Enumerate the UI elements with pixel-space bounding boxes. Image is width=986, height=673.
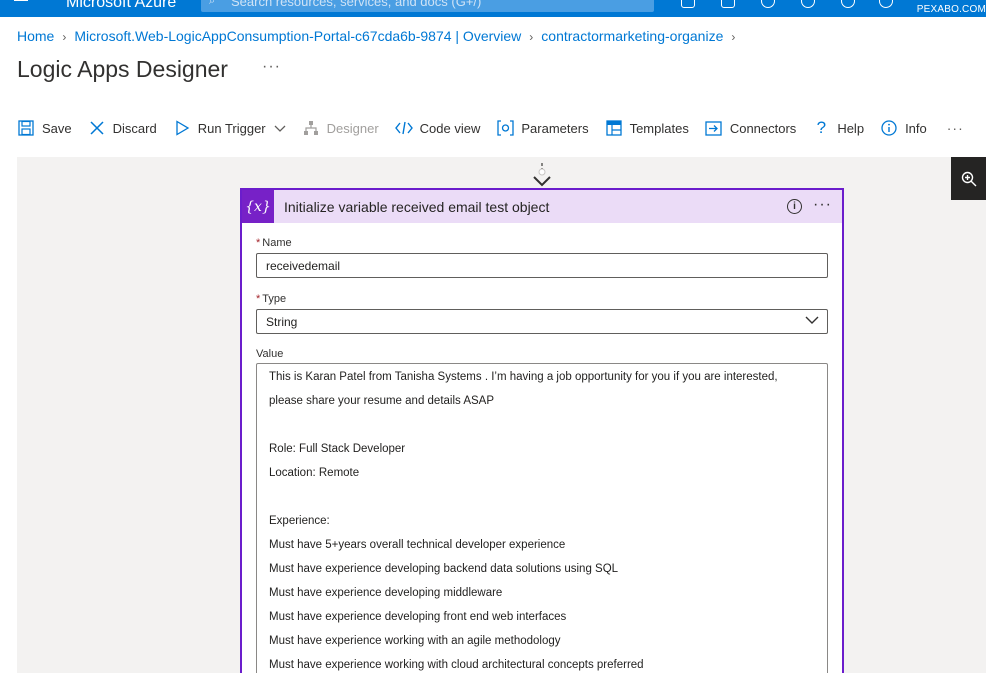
info-icon[interactable]: i: [787, 199, 802, 214]
title-more-icon[interactable]: ···: [262, 58, 281, 76]
designer-canvas[interactable]: {x} Initialize variable received email t…: [17, 157, 986, 673]
parameters-button[interactable]: Parameters: [496, 119, 589, 137]
code-view-label: Code view: [419, 120, 481, 136]
value-line: Must have 5+years overall technical deve…: [269, 539, 566, 551]
value-line: Must have experience developing middlewa…: [269, 587, 503, 599]
value-textarea[interactable]: This is Karan Patel from Tanisha Systems…: [256, 363, 828, 673]
chevron-right-icon: ›: [62, 30, 67, 44]
value-field-label: Value: [256, 348, 284, 360]
value-line: Must have experience working with cloud …: [269, 659, 644, 671]
designer-label: Designer: [326, 120, 379, 136]
search-placeholder: Search resources, services, and docs (G+…: [231, 0, 482, 9]
code-view-button[interactable]: Code view: [394, 119, 481, 137]
notifications-icon[interactable]: [761, 0, 775, 8]
type-select[interactable]: String: [256, 309, 828, 334]
save-label: Save: [42, 120, 72, 136]
value-line: This is Karan Patel from Tanisha Systems…: [269, 371, 778, 383]
chevron-down-icon: [805, 314, 819, 328]
action-card-title[interactable]: Initialize variable received email test …: [284, 199, 549, 215]
templates-icon: [605, 119, 623, 137]
cloud-shell-icon[interactable]: [681, 0, 695, 8]
chevron-right-icon: ›: [731, 30, 736, 44]
variable-icon: {x}: [242, 190, 274, 223]
directory-name[interactable]: PEXABO.COM: [917, 4, 986, 15]
breadcrumb: Home › Microsoft.Web-LogicAppConsumption-P…: [17, 28, 743, 44]
action-card-header[interactable]: {x} Initialize variable received email t…: [242, 190, 842, 223]
directory-filter-icon[interactable]: [721, 0, 735, 8]
value-line: [269, 489, 815, 513]
page-title: Logic Apps Designer: [17, 56, 228, 82]
templates-label: Templates: [629, 120, 689, 136]
value-line: Location: Remote: [269, 467, 360, 479]
info-label: Info: [905, 120, 927, 136]
more-options-icon[interactable]: ···: [813, 196, 832, 214]
save-button[interactable]: Save: [17, 119, 72, 137]
discard-button[interactable]: Discard: [88, 119, 157, 137]
required-marker: *: [256, 293, 261, 305]
designer-button[interactable]: Designer: [302, 119, 379, 137]
search-icon: ⌕: [209, 0, 216, 7]
settings-gear-icon[interactable]: [801, 0, 815, 8]
breadcrumb-logic-app[interactable]: contractormarketing-organize: [541, 28, 723, 44]
value-line: Must have experience developing front en…: [269, 611, 567, 623]
initialize-variable-action-card[interactable]: {x} Initialize variable received email t…: [240, 188, 844, 673]
value-line: Must have experience working with an agi…: [269, 635, 561, 647]
help-label: Help: [837, 120, 865, 136]
chevron-down-icon: [274, 121, 286, 136]
type-field-label: * Type: [256, 293, 287, 305]
close-icon: [88, 119, 106, 137]
parameters-label: Parameters: [521, 120, 589, 136]
required-marker: *: [256, 237, 261, 249]
run-trigger-label: Run Trigger: [197, 120, 266, 136]
help-button[interactable]: ? Help: [812, 118, 865, 137]
name-field-label: * Name: [256, 237, 292, 249]
info-icon: [880, 119, 898, 137]
help-icon[interactable]: [841, 0, 855, 8]
save-icon: [17, 119, 35, 137]
global-search-input[interactable]: ⌕ Search resources, services, and docs (…: [201, 0, 654, 12]
designer-icon: [302, 119, 320, 137]
connectors-label: Connectors: [729, 120, 797, 136]
question-mark-icon: ?: [816, 118, 827, 137]
feedback-icon[interactable]: [879, 0, 893, 8]
azure-brand[interactable]: Microsoft Azure: [66, 0, 176, 12]
connector-arrow-icon: [533, 163, 551, 187]
chevron-right-icon: ›: [529, 30, 534, 44]
code-icon: [394, 119, 413, 137]
parameters-icon: [496, 119, 514, 137]
designer-toolbar: Save Discard Run Trigger Designer Code v…: [17, 113, 964, 143]
breadcrumb-resource-group[interactable]: Microsoft.Web-LogicAppConsumption-Portal…: [74, 28, 521, 44]
info-button[interactable]: Info: [880, 119, 927, 137]
toolbar-more-icon[interactable]: ···: [947, 120, 964, 136]
value-line: Role: Full Stack Developer: [269, 443, 406, 455]
breadcrumb-home[interactable]: Home: [17, 28, 54, 44]
value-line: [269, 417, 815, 441]
connectors-icon: [705, 119, 723, 137]
templates-button[interactable]: Templates: [605, 119, 689, 137]
discard-label: Discard: [112, 120, 157, 136]
type-select-value: String: [266, 315, 298, 329]
value-line: Experience:: [269, 515, 330, 527]
azure-top-bar: Microsoft Azure ⌕ Search resources, serv…: [0, 0, 986, 17]
value-line: please share your resume and details ASA…: [269, 395, 495, 407]
value-line: Must have experience developing backend …: [269, 563, 619, 575]
name-input[interactable]: receivedemail: [256, 253, 828, 278]
zoom-in-icon[interactable]: [951, 157, 986, 200]
play-icon: [173, 119, 191, 137]
connectors-button[interactable]: Connectors: [705, 119, 796, 137]
run-trigger-button[interactable]: Run Trigger: [173, 119, 286, 137]
hamburger-menu-icon[interactable]: [14, 0, 28, 4]
